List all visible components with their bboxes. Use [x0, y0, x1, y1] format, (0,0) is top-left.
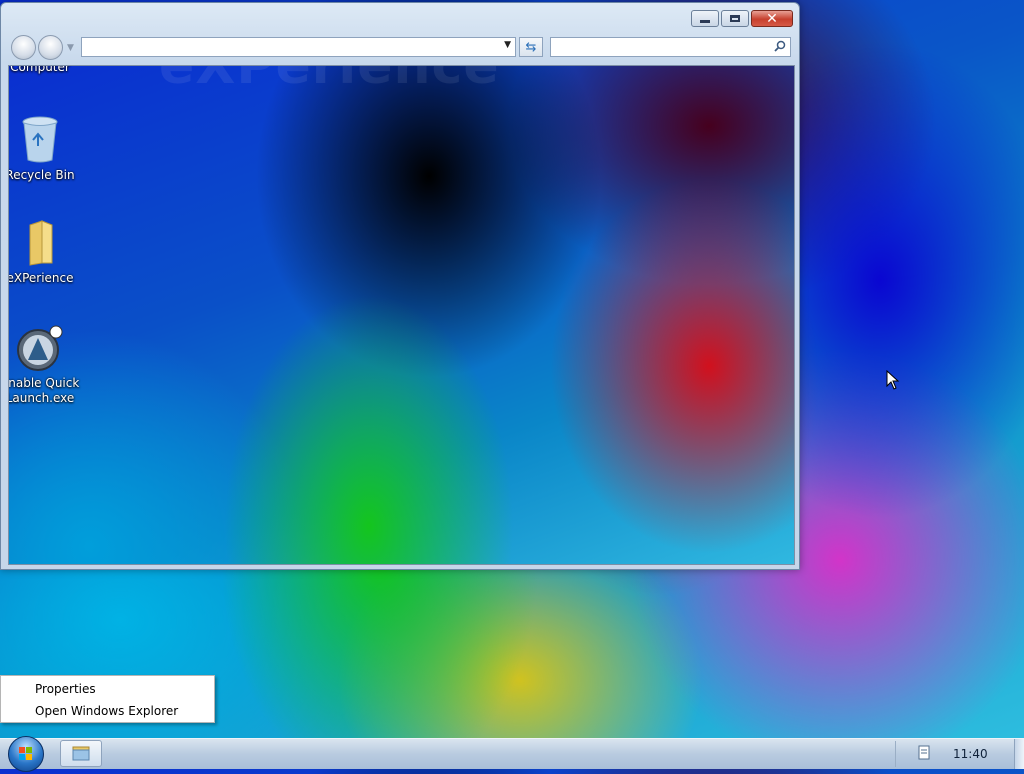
taskbar-explorer-button[interactable]	[60, 740, 102, 767]
minimize-icon	[700, 20, 710, 23]
content-pane: eXPerience Computer Recycle Bin eXPerien…	[8, 65, 795, 565]
show-desktop-button[interactable]	[1014, 739, 1024, 769]
explorer-window[interactable]: ✕ ▼ ▼ ⇆ eXPerience Computer Recycle Bin …	[0, 2, 800, 570]
menu-item-properties[interactable]: Properties	[35, 682, 96, 696]
address-bar[interactable]: ▼	[81, 37, 516, 57]
desktop-icon-recycle-bin[interactable]: Recycle Bin	[8, 114, 80, 183]
app-icon	[17, 325, 63, 371]
refresh-icon: ⇆	[525, 39, 537, 55]
recent-pages-dropdown-icon[interactable]: ▼	[67, 43, 74, 53]
desktop-icon-label-line1: Enable Quick	[8, 376, 80, 390]
navigation-bar: ▼ ▼ ⇆	[9, 35, 791, 61]
caption-buttons: ✕	[691, 10, 793, 27]
desktop-icon-label: Computer	[10, 65, 70, 74]
desktop-icon-label: Recycle Bin	[8, 168, 75, 182]
desktop-icon-computer[interactable]: Computer	[9, 65, 80, 75]
refresh-button[interactable]: ⇆	[519, 37, 543, 57]
back-button[interactable]	[11, 35, 36, 60]
close-button[interactable]: ✕	[751, 10, 793, 27]
forward-button[interactable]	[38, 35, 63, 60]
maximize-button[interactable]	[721, 10, 749, 27]
desktop-icon-label-line2: Launch.exe	[8, 391, 75, 405]
menu-item-open-windows-explorer[interactable]: Open Windows Explorer	[35, 704, 178, 718]
explorer-folder-icon	[72, 746, 90, 761]
address-dropdown-icon[interactable]: ▼	[504, 40, 511, 50]
action-center-icon[interactable]	[918, 745, 932, 761]
content-watermark: eXPerience	[159, 65, 500, 96]
minimize-button[interactable]	[691, 10, 719, 27]
search-icon[interactable]	[774, 40, 786, 52]
close-icon: ✕	[766, 10, 778, 27]
desktop-icon-label: eXPerience	[8, 271, 74, 285]
search-input[interactable]	[550, 37, 791, 57]
system-clock[interactable]: 11:40	[953, 747, 988, 761]
desktop-icon-experience-folder[interactable]: eXPerience	[8, 219, 80, 286]
mouse-pointer-icon	[886, 370, 900, 390]
folder-icon	[29, 220, 53, 266]
tray-separator	[895, 741, 896, 767]
start-button[interactable]	[8, 736, 44, 772]
taskbar: 11:40	[0, 736, 1024, 772]
windows-orb-icon	[19, 747, 32, 760]
maximize-icon	[730, 15, 740, 22]
desktop-icon-enable-quick-launch[interactable]: Enable Quick Launch.exe	[8, 324, 80, 406]
recycle-bin-icon	[22, 116, 58, 163]
taskbar-context-menu: Properties Open Windows Explorer	[0, 675, 215, 723]
